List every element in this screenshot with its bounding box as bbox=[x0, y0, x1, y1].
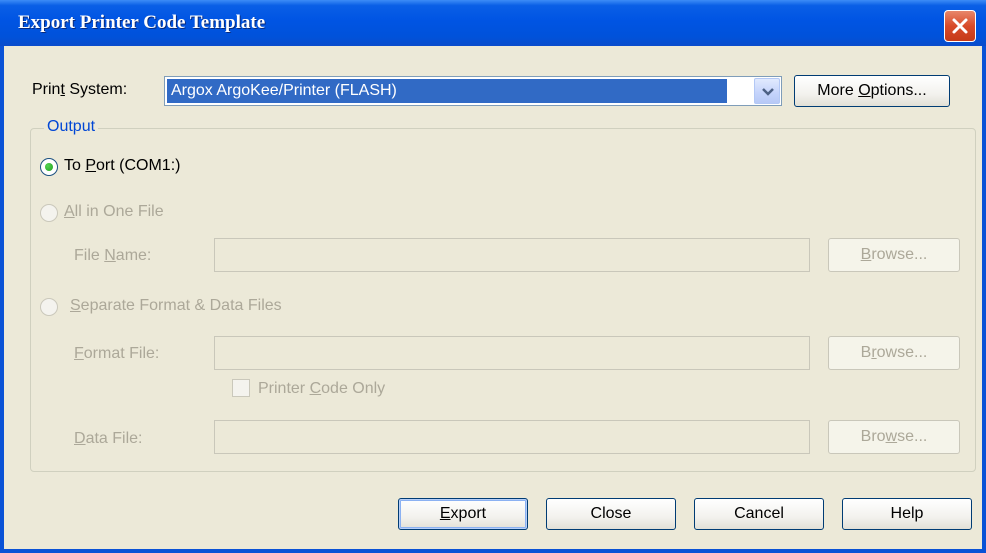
radio-selected-dot bbox=[45, 163, 53, 171]
export-button[interactable]: Export bbox=[398, 498, 528, 530]
dialog-body: Print System: Argox ArgoKee/Printer (FLA… bbox=[4, 46, 982, 549]
more-options-button[interactable]: More Options... bbox=[794, 75, 950, 107]
print-system-label: Print System: bbox=[32, 81, 128, 98]
title-bar[interactable]: Export Printer Code Template bbox=[0, 0, 986, 46]
browse-data-file-button[interactable]: Browse... bbox=[828, 420, 960, 454]
format-file-label: Format File: bbox=[74, 345, 160, 362]
dialog-window: Export Printer Code Template Print Syste… bbox=[0, 0, 986, 553]
printer-code-only-checkbox[interactable] bbox=[232, 379, 250, 397]
cancel-button[interactable]: Cancel bbox=[694, 498, 824, 530]
browse-file-name-button[interactable]: Browse... bbox=[828, 238, 960, 272]
to-port-label[interactable]: To Port (COM1:) bbox=[64, 157, 180, 175]
separate-files-label[interactable]: Separate Format & Data Files bbox=[70, 297, 282, 315]
print-system-selected-value: Argox ArgoKee/Printer (FLASH) bbox=[167, 79, 727, 103]
separate-files-radio[interactable] bbox=[40, 298, 58, 316]
data-file-label: Data File: bbox=[74, 430, 143, 447]
all-in-one-file-radio[interactable] bbox=[40, 204, 58, 222]
dropdown-arrow-button[interactable] bbox=[754, 78, 780, 104]
close-button[interactable]: Close bbox=[546, 498, 676, 530]
all-in-one-file-label[interactable]: All in One File bbox=[64, 203, 164, 221]
file-name-label: File Name: bbox=[74, 247, 152, 264]
help-button[interactable]: Help bbox=[842, 498, 972, 530]
file-name-field[interactable] bbox=[214, 238, 810, 272]
close-window-button[interactable] bbox=[944, 10, 976, 42]
window-title: Export Printer Code Template bbox=[18, 12, 266, 33]
print-system-dropdown[interactable]: Argox ArgoKee/Printer (FLASH) bbox=[164, 76, 782, 106]
format-file-field[interactable] bbox=[214, 336, 810, 370]
data-file-field[interactable] bbox=[214, 420, 810, 454]
output-group-title: Output bbox=[44, 118, 99, 136]
to-port-radio[interactable] bbox=[40, 158, 58, 176]
printer-code-only-label[interactable]: Printer Code Only bbox=[258, 380, 385, 398]
browse-format-file-button[interactable]: Browse... bbox=[828, 336, 960, 370]
